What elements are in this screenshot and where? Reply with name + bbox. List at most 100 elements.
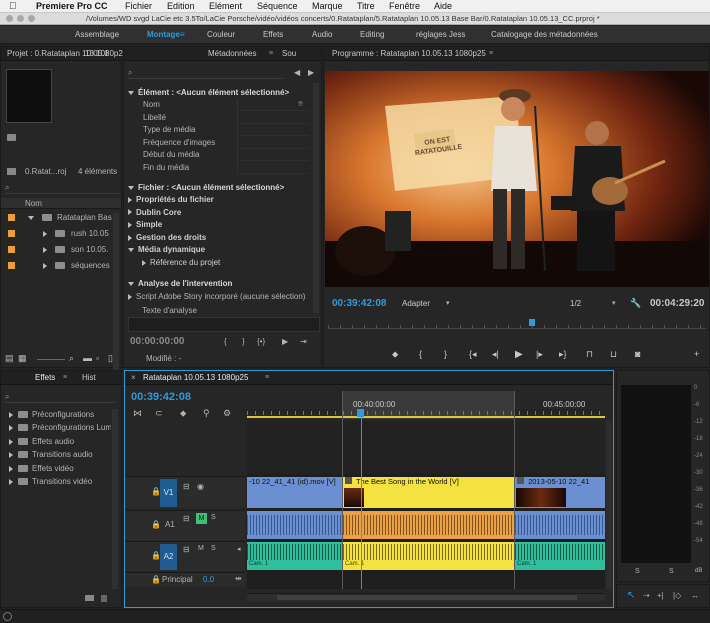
program-video-frame[interactable]: ON EST RATATOUILLE: [325, 71, 709, 287]
go-to-in-icon[interactable]: {◂: [469, 349, 477, 360]
workspace-reglages-jess[interactable]: réglages Jess: [416, 26, 465, 44]
effects-folder-item[interactable]: Transitions vidéo: [1, 476, 111, 488]
clear-marks-icon[interactable]: {•}: [257, 337, 265, 346]
timeline-ruler[interactable]: 00:40:00:00 00:45:00:00: [247, 391, 605, 419]
timeline-timecode[interactable]: 00:39:42:08: [131, 391, 191, 403]
effects-folder-item[interactable]: Préconfigurations Lum: [1, 422, 111, 434]
add-marker-icon[interactable]: ⬥: [180, 408, 186, 419]
go-to-out-icon[interactable]: ▸}: [559, 349, 567, 360]
snap-icon[interactable]: ⋈: [133, 408, 142, 419]
step-forward-icon[interactable]: |▸: [536, 349, 543, 360]
lock-icon[interactable]: 🔒: [151, 520, 161, 529]
metadata-field-row[interactable]: Fin du média: [124, 161, 314, 174]
status-icon[interactable]: [3, 612, 12, 621]
new-bin-icon[interactable]: ▬: [83, 353, 92, 363]
source-patch-a2[interactable]: A2: [160, 544, 177, 570]
sync-lock-icon[interactable]: ⊟: [183, 482, 190, 491]
menu-fichier[interactable]: Fichier: [125, 0, 152, 13]
master-volume-value[interactable]: 0.0: [203, 575, 214, 584]
metadata-field-value[interactable]: [237, 124, 309, 136]
end-icon[interactable]: ⇹: [235, 574, 242, 583]
prev-arrow-icon[interactable]: ◀: [294, 68, 300, 77]
collapsed-triangle-icon[interactable]: [43, 247, 47, 253]
metadata-field-row[interactable]: Fréquence d'images: [124, 136, 314, 149]
selection-tool-icon[interactable]: ↖: [627, 590, 635, 601]
list-view-icon[interactable]: ▤: [5, 353, 14, 364]
metadata-field-row[interactable]: Libellé: [124, 111, 314, 124]
project-search-field[interactable]: ⌕: [5, 183, 119, 194]
collapsed-triangle-icon[interactable]: [43, 231, 47, 237]
clip-audio-a2-right[interactable]: Cam. 1: [515, 542, 605, 570]
metadata-field-row[interactable]: Début du média: [124, 149, 314, 161]
project-column-header[interactable]: Nom: [1, 198, 121, 209]
workspace-effets[interactable]: Effets: [263, 26, 283, 44]
program-timeline-ruler[interactable]: [328, 317, 706, 329]
project-item-sequence[interactable]: Ratataplan Bas: [1, 212, 121, 224]
menu-marque[interactable]: Marque: [312, 0, 343, 13]
clip-audio-a1-mid[interactable]: [343, 511, 514, 539]
metadata-scrollbar[interactable]: [313, 83, 319, 313]
wrench-icon[interactable]: 🔧: [630, 298, 641, 309]
close-tab-icon[interactable]: ×: [131, 373, 136, 382]
panel-menu-icon[interactable]: ≡: [63, 374, 67, 381]
metadata-field-value[interactable]: [237, 149, 309, 161]
timeline-scrollbar[interactable]: [247, 593, 605, 601]
effects-folder-item[interactable]: Préconfigurations: [1, 409, 111, 421]
chevron-down-icon[interactable]: ▾: [446, 299, 450, 307]
menu-element[interactable]: Elément: [209, 0, 242, 13]
effects-scrollbar[interactable]: [112, 409, 118, 589]
voiceover-icon[interactable]: ◂: [237, 545, 241, 553]
metadata-schema-item[interactable]: Propriétés du fichier: [128, 194, 314, 206]
fit-dropdown[interactable]: Adapter: [402, 299, 430, 308]
menu-sequence[interactable]: Séquence: [257, 0, 298, 13]
solo-button[interactable]: S: [211, 514, 216, 521]
play-icon[interactable]: ▶: [282, 337, 288, 346]
project-item-rush[interactable]: rush 10.05: [1, 228, 121, 240]
workspace-audio[interactable]: Audio: [312, 26, 332, 44]
collapsed-triangle-icon[interactable]: [43, 263, 47, 269]
metadata-schema-item[interactable]: Dublin Core: [128, 207, 314, 219]
metadata-edit-icon[interactable]: ⌾: [298, 99, 303, 109]
file-section-header[interactable]: Fichier : <Aucun élément sélectionné>: [128, 182, 321, 194]
tab-sequence[interactable]: Ratataplan 10.05.13 1080p25: [143, 371, 248, 385]
resolution-dropdown[interactable]: 1/2: [570, 299, 581, 308]
source-patch-v1[interactable]: V1: [160, 479, 177, 507]
menu-edition[interactable]: Edition: [167, 0, 195, 13]
linked-selection-icon[interactable]: ⊂: [155, 408, 163, 419]
metadata-search-field[interactable]: ⌕: [128, 68, 283, 79]
menu-titre[interactable]: Titre: [357, 0, 375, 13]
metadata-schema-item[interactable]: Simple: [128, 219, 314, 231]
eye-icon[interactable]: ◉: [197, 482, 204, 491]
metadata-timecode[interactable]: 00:00:00:00: [130, 336, 184, 347]
workspace-editing[interactable]: Editing: [360, 26, 384, 44]
panel-menu-icon[interactable]: ≡: [489, 50, 493, 57]
mute-toggle[interactable]: M: [198, 545, 204, 552]
effects-folder-item[interactable]: Effets audio: [1, 436, 111, 448]
workspace-assemblage[interactable]: Assemblage: [75, 26, 119, 44]
effects-folder-item[interactable]: Effets vidéo: [1, 463, 111, 475]
close-window-button[interactable]: [6, 15, 13, 22]
next-arrow-icon[interactable]: ▶: [308, 68, 314, 77]
mark-in-icon[interactable]: {: [224, 337, 227, 346]
minimize-window-button[interactable]: [17, 15, 24, 22]
workspace-catalogage[interactable]: Catalogage des métadonnées: [491, 26, 598, 44]
clip-audio-a1-right[interactable]: [515, 511, 605, 539]
track-label-a1[interactable]: A1: [165, 520, 175, 529]
lock-icon[interactable]: 🔒: [151, 575, 161, 584]
tab-effects[interactable]: Effets: [35, 371, 55, 385]
clip-video-right[interactable]: 2013-05-10 22_41: [515, 477, 605, 508]
meter-solo-left[interactable]: S: [635, 568, 640, 575]
zoom-slider[interactable]: [37, 359, 65, 360]
add-marker-icon[interactable]: ⬥: [392, 349, 398, 360]
export-frame-icon[interactable]: ◙: [635, 349, 640, 359]
clip-audio-a2-left[interactable]: Cam. 1: [247, 542, 342, 570]
settings-icon[interactable]: ⚲: [203, 408, 210, 419]
add-button-icon[interactable]: +: [694, 349, 699, 359]
metadata-schema-item[interactable]: Média dynamique: [128, 244, 314, 256]
export-icon[interactable]: ⇥: [300, 337, 307, 346]
trash-icon[interactable]: [101, 595, 107, 602]
wrench-icon[interactable]: ⚙: [223, 408, 231, 419]
step-back-icon[interactable]: ◂|: [492, 349, 499, 360]
element-section-header[interactable]: Élément : <Aucun élément sélectionné>: [128, 87, 321, 99]
extract-icon[interactable]: ⊔: [610, 349, 617, 360]
